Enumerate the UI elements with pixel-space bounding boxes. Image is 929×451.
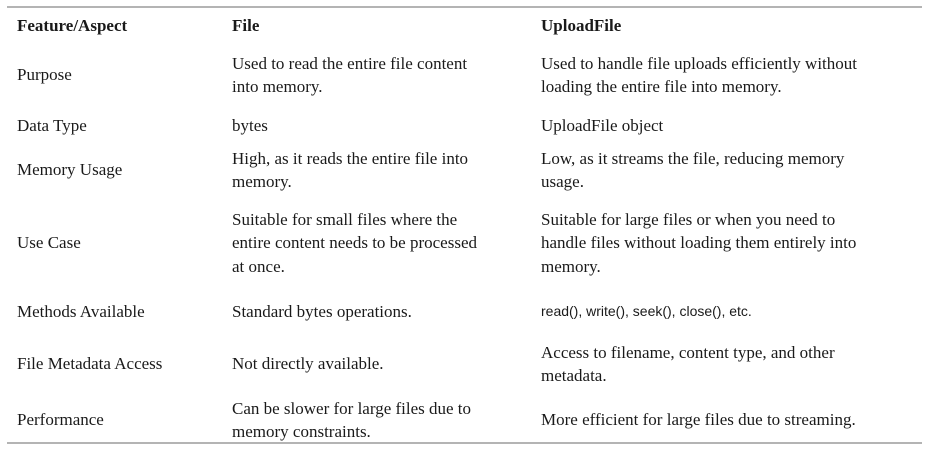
feature-cell: Use Case: [17, 233, 81, 253]
feature-cell: File Metadata Access: [17, 354, 163, 374]
table-header-row: Feature/Aspect File UploadFile: [7, 8, 922, 44]
file-cell: Not directly available.: [232, 354, 384, 374]
table-bottom-rule: [7, 442, 922, 444]
header-uploadfile: UploadFile: [541, 16, 622, 36]
uploadfile-cell: Suitable for large files or when you nee…: [541, 209, 857, 276]
table-row-memory-usage: Memory Usage High, as it reads the entir…: [7, 146, 922, 194]
feature-cell: Data Type: [17, 116, 87, 136]
feature-cell: Methods Available: [17, 302, 145, 322]
uploadfile-cell: read(), write(), seek(), close(), etc.: [541, 303, 752, 320]
feature-cell: Memory Usage: [17, 160, 123, 180]
uploadfile-cell: More efficient for large files due to st…: [541, 410, 856, 430]
feature-cell: Performance: [17, 410, 104, 430]
table-row-performance: Performance Can be slower for large file…: [7, 396, 922, 444]
header-file: File: [232, 16, 260, 36]
uploadfile-cell: UploadFile object: [541, 116, 664, 136]
comparison-table: Feature/Aspect File UploadFile Purpose U…: [7, 6, 922, 444]
file-cell: Suitable for small files where the entir…: [232, 209, 477, 276]
uploadfile-cell: Access to filename, content type, and ot…: [541, 342, 835, 386]
uploadfile-cell: Low, as it streams the file, reducing me…: [541, 148, 845, 192]
table-row-file-metadata-access: File Metadata Access Not directly availa…: [7, 340, 922, 388]
file-cell: Standard bytes operations.: [232, 302, 412, 322]
table-row-data-type: Data Type bytes UploadFile object: [7, 114, 922, 138]
file-cell: Can be slower for large files due to mem…: [232, 398, 472, 442]
header-feature-aspect: Feature/Aspect: [17, 16, 128, 36]
table-row-purpose: Purpose Used to read the entire file con…: [7, 50, 922, 100]
file-cell: Used to read the entire file content int…: [232, 53, 468, 97]
uploadfile-cell: Used to handle file uploads efficiently …: [541, 53, 858, 97]
file-cell: High, as it reads the entire file into m…: [232, 148, 469, 192]
file-cell: bytes: [232, 116, 268, 136]
table-row-use-case: Use Case Suitable for small files where …: [7, 207, 922, 279]
feature-cell: Purpose: [17, 65, 72, 85]
table-row-methods-available: Methods Available Standard bytes operati…: [7, 298, 922, 326]
